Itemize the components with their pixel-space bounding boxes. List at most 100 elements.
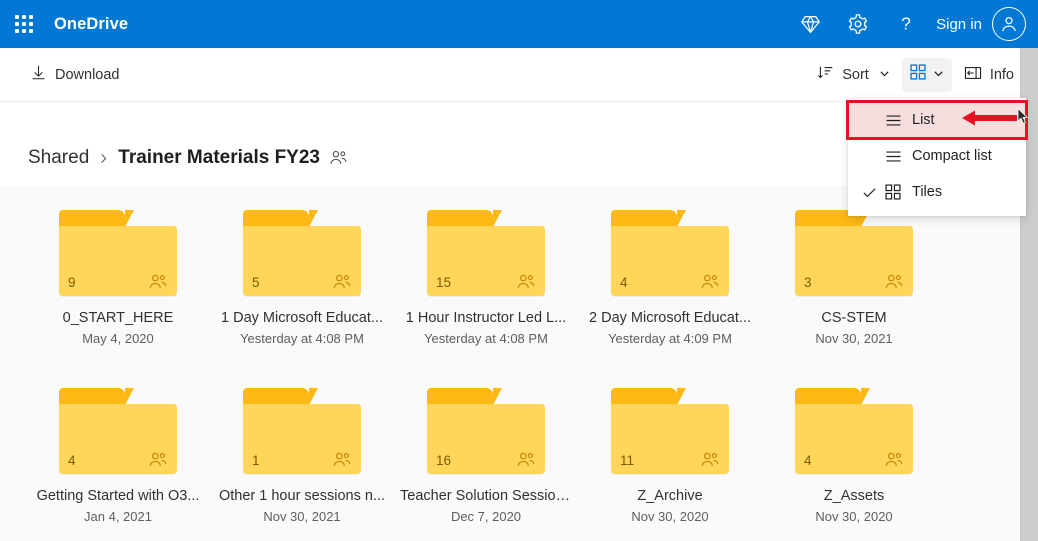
file-browser-content: 9 0_START_HERE May 4, 2020 5 1 Day Micro…: [0, 186, 1020, 541]
folder-item-count: 11: [620, 453, 635, 468]
folder-date: Nov 30, 2020: [815, 509, 893, 524]
command-bar-left: Download: [0, 56, 130, 94]
folder-item-count: 3: [804, 275, 812, 290]
people-shared-icon: [148, 452, 168, 468]
people-shared-icon[interactable]: [329, 150, 348, 166]
people-shared-icon: [884, 274, 904, 290]
folder-item-count: 1: [252, 453, 260, 468]
chevron-down-icon: [879, 67, 890, 83]
folder-date: Yesterday at 4:09 PM: [608, 331, 732, 346]
folder-item-count: 5: [252, 275, 260, 290]
onedrive-app-window: OneDrive ? Sign in Download Sort Info Li…: [0, 0, 1038, 541]
folder-item-count: 4: [620, 275, 628, 290]
folder-date: Yesterday at 4:08 PM: [424, 331, 548, 346]
folder-date: Jan 4, 2021: [84, 509, 152, 524]
folder-name: Other 1 hour sessions n...: [218, 488, 386, 504]
folder-tile[interactable]: 4 2 Day Microsoft Educat... Yesterday at: [578, 200, 762, 366]
folder-name: Getting Started with O3...: [36, 488, 200, 504]
checkmark-icon: [858, 185, 880, 200]
folder-date: Nov 30, 2020: [631, 509, 709, 524]
menu-item-compact-list-label: Compact list: [912, 148, 992, 164]
brand-title[interactable]: OneDrive: [54, 15, 128, 34]
people-shared-icon: [332, 452, 352, 468]
user-avatar-icon[interactable]: [992, 7, 1026, 41]
folder-icon: 4: [795, 388, 913, 474]
breadcrumb-item-current[interactable]: Trainer Materials FY23: [118, 147, 320, 169]
folder-name: 0_START_HERE: [62, 310, 174, 326]
folder-icon: 15: [427, 210, 545, 296]
folder-name: Z_Archive: [637, 488, 703, 504]
folder-tile[interactable]: 4 Z_Assets Nov 30, 2020: [762, 378, 946, 541]
red-left-arrow-annotation: [962, 109, 1018, 131]
folder-date: Dec 7, 2020: [450, 509, 522, 524]
menu-item-tiles[interactable]: Tiles: [848, 174, 1026, 210]
folder-icon: 5: [243, 210, 361, 296]
people-shared-icon: [700, 274, 720, 290]
command-bar-right: Sort Info: [807, 56, 1038, 94]
list-lines-icon: [880, 148, 906, 165]
tiles-grid-icon: [880, 184, 906, 200]
folder-tile[interactable]: 11 Z_Archive Nov 30, 2020: [578, 378, 762, 541]
chevron-down-icon: [933, 66, 944, 84]
svg-text:?: ?: [901, 14, 911, 34]
settings-gear-icon[interactable]: [834, 0, 882, 48]
header-actions: ? Sign in: [786, 0, 1038, 48]
folder-tile[interactable]: 1 Other 1 hour sessions n... Nov 30, 202: [210, 378, 394, 541]
menu-item-tiles-label: Tiles: [912, 184, 943, 200]
folder-item-count: 16: [436, 453, 452, 468]
folder-name: Teacher Solution Session...: [400, 488, 572, 504]
suite-header: OneDrive ? Sign in: [0, 0, 1038, 48]
view-options-menu: List Compact list Tiles: [846, 98, 1028, 216]
info-button[interactable]: Info: [954, 56, 1024, 94]
folder-date: May 4, 2020: [82, 331, 154, 346]
breadcrumb-item-shared[interactable]: Shared: [28, 147, 89, 169]
people-shared-icon: [148, 274, 168, 290]
folder-date: Nov 30, 2021: [815, 331, 893, 346]
menu-item-list[interactable]: List: [846, 100, 1028, 140]
download-label: Download: [55, 66, 120, 83]
menu-item-list-label: List: [912, 112, 935, 128]
premium-diamond-icon[interactable]: [786, 0, 834, 48]
folder-tile[interactable]: 16 Teacher Solution Session... Dec 7, 20: [394, 378, 578, 541]
chevron-right-icon: [98, 152, 109, 165]
download-button[interactable]: Download: [20, 56, 130, 94]
command-bar: Download Sort Info: [0, 48, 1038, 102]
people-shared-icon: [332, 274, 352, 290]
info-label: Info: [989, 66, 1014, 83]
people-shared-icon: [516, 274, 536, 290]
folder-tile[interactable]: 5 1 Day Microsoft Educat... Yesterday at: [210, 200, 394, 366]
folder-icon: 1: [243, 388, 361, 474]
folder-tile-grid: 9 0_START_HERE May 4, 2020 5 1 Day Micro…: [0, 186, 1020, 541]
folder-name: 2 Day Microsoft Educat...: [589, 310, 751, 326]
folder-tile[interactable]: 15 1 Hour Instructor Led L... Yesterday: [394, 200, 578, 366]
folder-name: 1 Hour Instructor Led L...: [405, 310, 567, 326]
sort-button[interactable]: Sort: [807, 56, 900, 94]
folder-tile[interactable]: 3 CS-STEM Nov 30, 2021: [762, 200, 946, 366]
menu-item-compact-list[interactable]: Compact list: [848, 138, 1026, 174]
folder-icon: 11: [611, 388, 729, 474]
folder-icon: 4: [611, 210, 729, 296]
info-panel-icon: [964, 64, 982, 86]
help-question-icon[interactable]: ?: [882, 0, 930, 48]
folder-tile[interactable]: 4 Getting Started with O3... Jan 4, 2021: [26, 378, 210, 541]
folder-icon: 9: [59, 210, 177, 296]
folder-tile[interactable]: 9 0_START_HERE May 4, 2020: [26, 200, 210, 366]
folder-icon: 4: [59, 388, 177, 474]
download-arrow-icon: [30, 64, 47, 85]
sort-descending-icon: [817, 64, 834, 85]
people-shared-icon: [884, 452, 904, 468]
people-shared-icon: [516, 452, 536, 468]
folder-name: CS-STEM: [821, 310, 887, 326]
folder-name: Z_Assets: [823, 488, 885, 504]
folder-name: 1 Day Microsoft Educat...: [221, 310, 383, 326]
folder-item-count: 9: [68, 275, 76, 290]
sign-in-link[interactable]: Sign in: [930, 16, 992, 33]
folder-item-count: 4: [68, 453, 76, 468]
list-lines-icon: [880, 112, 906, 129]
sort-label: Sort: [842, 66, 869, 83]
folder-date: Yesterday at 4:08 PM: [240, 331, 364, 346]
tiles-grid-icon: [910, 64, 926, 85]
app-launcher-icon[interactable]: [0, 0, 48, 48]
view-switcher-button[interactable]: [901, 57, 952, 92]
folder-date: Nov 30, 2021: [263, 509, 341, 524]
